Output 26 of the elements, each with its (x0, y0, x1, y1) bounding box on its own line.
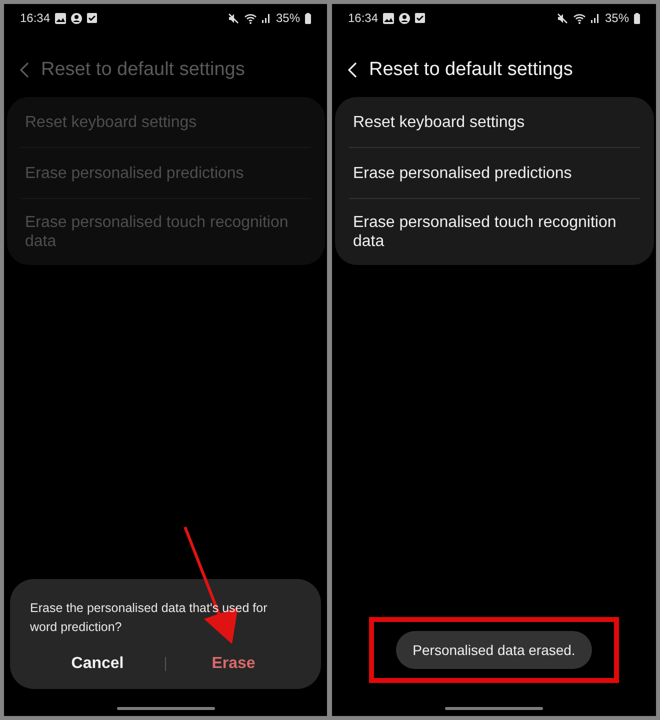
account-icon (399, 12, 410, 24)
battery-icon (305, 12, 311, 24)
checkbox-icon (87, 13, 98, 23)
signal-icon (590, 13, 600, 23)
wifi-icon (572, 12, 586, 24)
settings-item[interactable]: Erase personalised touch recognition data (349, 198, 640, 265)
battery-percentage: 35% (604, 11, 629, 25)
toast-message: Personalised data erased. (396, 631, 592, 669)
battery-percentage: 35% (276, 11, 300, 25)
mute-icon (228, 12, 239, 24)
signal-icon (262, 13, 271, 23)
erase-button[interactable]: Erase (166, 651, 301, 677)
page-title: Reset to default settings (369, 59, 573, 81)
settings-item[interactable]: Reset keyboard settings (349, 97, 640, 147)
image-icon (383, 12, 394, 24)
page-title: Reset to default settings (41, 59, 245, 81)
settings-item[interactable]: Erase personalised predictions (349, 147, 640, 198)
status-time: 16:34 (348, 11, 378, 25)
status-time: 16:34 (20, 11, 50, 25)
battery-icon (634, 12, 640, 24)
account-icon (71, 12, 82, 24)
mute-icon (556, 12, 568, 24)
checkbox-icon (415, 13, 426, 23)
image-icon (55, 12, 66, 24)
wifi-icon (244, 12, 257, 24)
cancel-button[interactable]: Cancel (30, 651, 165, 677)
